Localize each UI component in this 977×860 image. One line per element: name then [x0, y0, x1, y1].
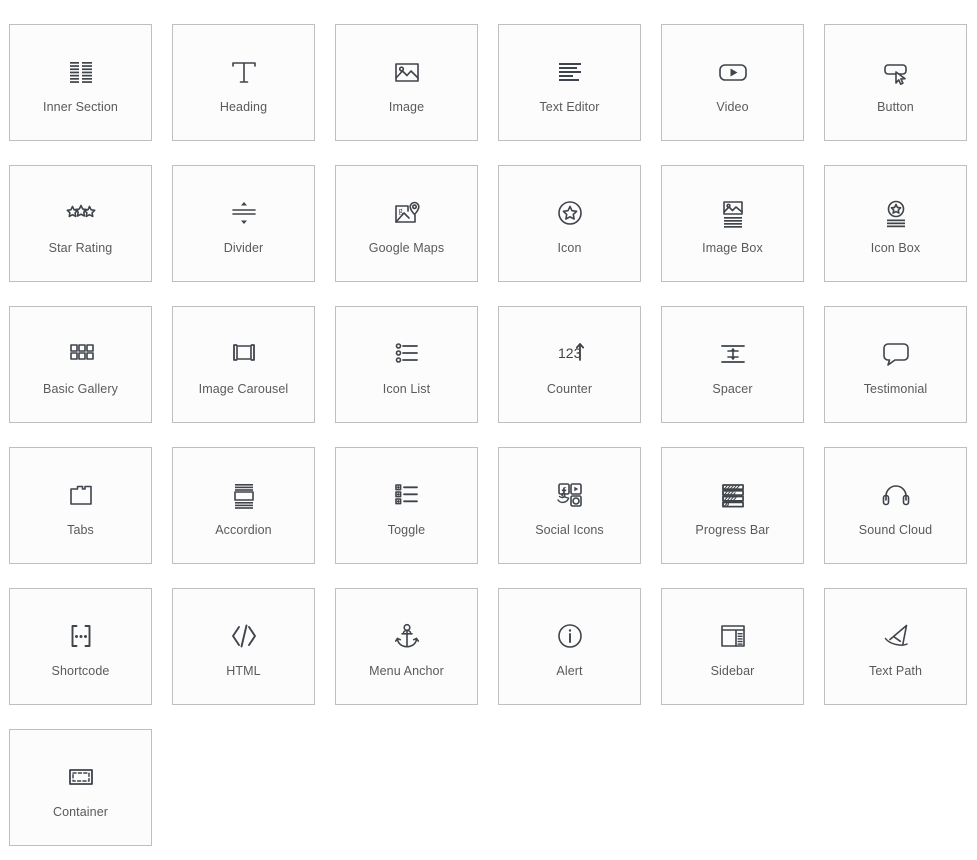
widget-card-icon[interactable]: Icon [498, 165, 641, 282]
widget-label: Inner Section [43, 100, 118, 114]
tabs-icon [59, 473, 103, 517]
widget-label: Image Carousel [198, 382, 289, 396]
html-icon [222, 614, 266, 658]
widget-card-image-box[interactable]: Image Box [661, 165, 804, 282]
spacer-icon [711, 332, 755, 376]
widget-label: Sidebar [710, 664, 755, 678]
widget-label: Icon Box [870, 241, 921, 255]
widget-card-button[interactable]: Button [824, 24, 967, 141]
widget-label: Spacer [712, 382, 753, 396]
shortcode-icon [59, 614, 103, 658]
inner-section-icon [59, 50, 103, 94]
widget-label: Testimonial [863, 382, 928, 396]
widget-card-spacer[interactable]: Spacer [661, 306, 804, 423]
widget-label: Alert [556, 664, 583, 678]
widget-label: Basic Gallery [43, 382, 118, 396]
widget-card-icon-list[interactable]: Icon List [335, 306, 478, 423]
widget-label: Heading [219, 100, 268, 114]
widget-card-heading[interactable]: Heading [172, 24, 315, 141]
widget-card-accordion[interactable]: Accordion [172, 447, 315, 564]
container-icon [59, 755, 103, 799]
toggle-icon [385, 473, 429, 517]
widget-card-video[interactable]: Video [661, 24, 804, 141]
widget-card-text-editor[interactable]: Text Editor [498, 24, 641, 141]
widget-card-social-icons[interactable]: Social Icons [498, 447, 641, 564]
accordion-icon [222, 473, 266, 517]
widget-label: Video [716, 100, 749, 114]
counter-icon: 123 [548, 332, 592, 376]
text-editor-icon [548, 50, 592, 94]
widget-label: Star Rating [48, 241, 113, 255]
widget-card-text-path[interactable]: Text Path [824, 588, 967, 705]
image-carousel-icon [222, 332, 266, 376]
widget-card-testimonial[interactable]: Testimonial [824, 306, 967, 423]
widget-panel: Inner Section Heading Image Text Editor Vide… [0, 0, 977, 860]
image-box-icon [711, 191, 755, 235]
widget-label: Image [388, 100, 425, 114]
video-icon [711, 50, 755, 94]
sound-cloud-icon [874, 473, 918, 517]
widget-label: Sound Cloud [858, 523, 933, 537]
widget-card-google-maps[interactable]: g Google Maps [335, 165, 478, 282]
icon-list-icon [385, 332, 429, 376]
widget-label: Counter [546, 382, 593, 396]
social-icons-icon [548, 473, 592, 517]
widget-card-divider[interactable]: Divider [172, 165, 315, 282]
widget-card-sidebar[interactable]: Sidebar [661, 588, 804, 705]
widget-card-icon-box[interactable]: Icon Box [824, 165, 967, 282]
widget-card-sound-cloud[interactable]: Sound Cloud [824, 447, 967, 564]
widget-label: Toggle [387, 523, 426, 537]
text-path-icon [874, 614, 918, 658]
widget-label: Image Box [702, 241, 763, 255]
widget-label: Container [52, 805, 109, 819]
widget-card-container[interactable]: Container [9, 729, 152, 846]
widget-card-progress-bar[interactable]: Progress Bar [661, 447, 804, 564]
widget-card-toggle[interactable]: Toggle [335, 447, 478, 564]
widget-label: Progress Bar [695, 523, 770, 537]
progress-bar-icon [711, 473, 755, 517]
widget-label: Google Maps [368, 241, 445, 255]
widget-label: Social Icons [535, 523, 604, 537]
basic-gallery-icon [59, 332, 103, 376]
widget-label: Text Path [868, 664, 922, 678]
widget-card-menu-anchor[interactable]: Menu Anchor [335, 588, 478, 705]
widget-card-alert[interactable]: Alert [498, 588, 641, 705]
widget-label: Icon List [382, 382, 431, 396]
widget-card-image[interactable]: Image [335, 24, 478, 141]
button-icon [874, 50, 918, 94]
widget-label: Menu Anchor [369, 664, 444, 678]
widget-card-star-rating[interactable]: Star Rating [9, 165, 152, 282]
widget-card-html[interactable]: HTML [172, 588, 315, 705]
testimonial-icon [874, 332, 918, 376]
widget-card-counter[interactable]: 123 Counter [498, 306, 641, 423]
widget-label: Shortcode [51, 664, 110, 678]
widget-label: Accordion [215, 523, 272, 537]
widget-card-tabs[interactable]: Tabs [9, 447, 152, 564]
menu-anchor-icon [385, 614, 429, 658]
widget-label: Text Editor [539, 100, 600, 114]
widget-label: Tabs [67, 523, 94, 537]
google-maps-icon: g [385, 191, 429, 235]
widget-label: Divider [223, 241, 264, 255]
sidebar-icon [711, 614, 755, 658]
widget-card-basic-gallery[interactable]: Basic Gallery [9, 306, 152, 423]
image-icon [385, 50, 429, 94]
icon-box-icon [874, 191, 918, 235]
widget-label: Button [877, 100, 914, 114]
alert-icon [548, 614, 592, 658]
divider-icon [222, 191, 266, 235]
widget-label: HTML [226, 664, 261, 678]
widget-card-shortcode[interactable]: Shortcode [9, 588, 152, 705]
widget-card-image-carousel[interactable]: Image Carousel [172, 306, 315, 423]
icon-star-circle-icon [548, 191, 592, 235]
heading-icon [222, 50, 266, 94]
widget-label: Icon [557, 241, 582, 255]
star-rating-icon [59, 191, 103, 235]
widget-grid: Inner Section Heading Image Text Editor Vide… [9, 24, 968, 846]
widget-card-inner-section[interactable]: Inner Section [9, 24, 152, 141]
